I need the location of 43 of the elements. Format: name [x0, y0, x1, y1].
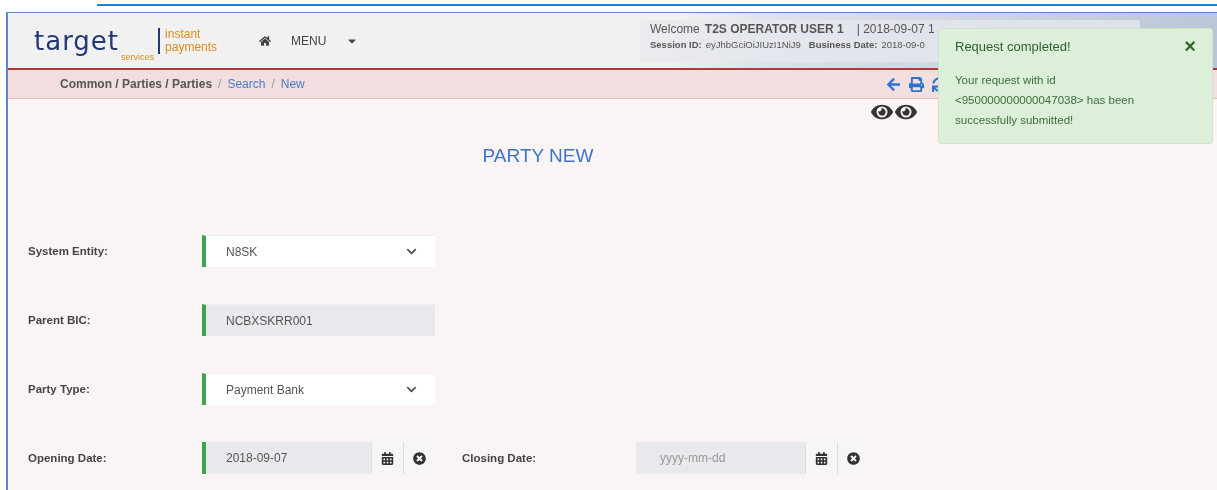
- print-icon[interactable]: [909, 76, 924, 92]
- input-field: NCBXSKRR001: [202, 304, 435, 336]
- calendar-button[interactable]: [371, 442, 403, 474]
- chevron-icon: [406, 246, 417, 257]
- business-date-value: 2018-09-0: [881, 38, 925, 50]
- welcome-text: Welcome: [650, 21, 700, 36]
- breadcrumb-link[interactable]: New: [280, 77, 305, 91]
- user-name: T2S OPERATOR USER 1: [704, 21, 844, 36]
- close-button[interactable]: ×: [1184, 38, 1196, 54]
- breadcrumb-text: Common / Parties / Parties: [60, 77, 213, 91]
- breadcrumb-separator: /: [218, 77, 222, 91]
- select-field[interactable]: Payment Bank: [202, 373, 435, 405]
- field-label: Party Type:: [28, 383, 91, 395]
- toast-title: Request completed!: [955, 38, 1071, 54]
- date-field[interactable]: 2018-09-07: [202, 442, 371, 474]
- product-name: instant payments: [158, 27, 218, 54]
- home-icon[interactable]: [259, 34, 272, 47]
- page-title: PARTY NEW: [481, 145, 595, 167]
- clear-icon[interactable]: [413, 451, 426, 465]
- date-field[interactable]: yyyy-mm-dd: [636, 442, 805, 474]
- calendar-icon[interactable]: [815, 451, 828, 465]
- field-label: Parent BIC:: [28, 314, 92, 326]
- calendar-button[interactable]: [805, 442, 837, 474]
- breadcrumb-separator: /: [271, 77, 275, 91]
- field-label: Opening Date:: [28, 452, 108, 464]
- field-label: Closing Date:: [462, 452, 538, 464]
- menu-button[interactable]: MENU: [291, 33, 327, 48]
- clear-button[interactable]: [837, 442, 869, 474]
- session-label: Session ID:: [650, 38, 702, 50]
- business-date-label: Business Date:: [808, 38, 878, 50]
- session-value: eyJhbGciOiJIUzI1NiJ9: [705, 38, 801, 50]
- logo-text: target: [34, 27, 120, 54]
- field-label: System Entity:: [28, 245, 109, 257]
- clear-button[interactable]: [403, 442, 435, 474]
- date-time: | 2018-09-07 1: [856, 21, 935, 36]
- select-field[interactable]: N8SK: [202, 235, 435, 267]
- chevron-icon: [406, 384, 417, 395]
- calendar-icon[interactable]: [381, 451, 394, 465]
- clear-icon[interactable]: [847, 451, 860, 465]
- back-icon[interactable]: [886, 76, 901, 92]
- toast-message: Your request with id <950000000000047038> has been successfully submitted!: [955, 73, 1136, 128]
- breadcrumb-link[interactable]: Search: [227, 77, 266, 91]
- logo-subtitle: services: [121, 52, 155, 62]
